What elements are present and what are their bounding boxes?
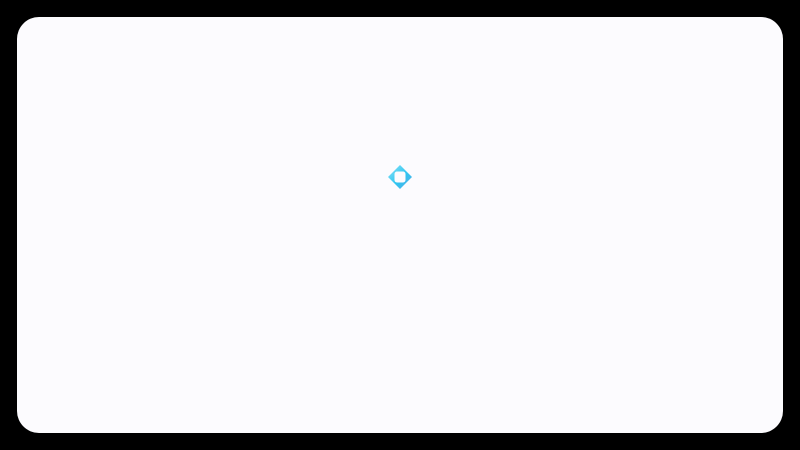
loading-spinner bbox=[387, 164, 413, 190]
app-screen bbox=[17, 17, 783, 433]
loading-spinner-icon bbox=[388, 165, 412, 189]
spinner-inner-square bbox=[394, 171, 406, 183]
device-frame bbox=[0, 0, 800, 450]
